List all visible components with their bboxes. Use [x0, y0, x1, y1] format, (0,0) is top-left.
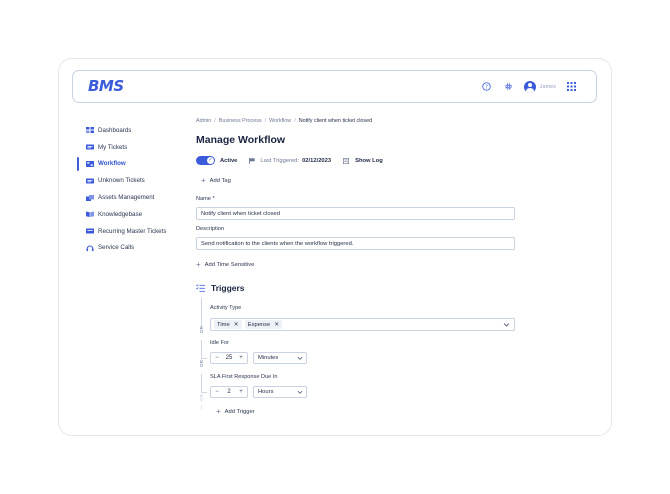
apps-grid-icon[interactable]: [565, 80, 578, 93]
sidebar-item-label: Assets Management: [98, 194, 155, 202]
top-header: BMS ? James: [72, 70, 597, 103]
settings-gear-icon[interactable]: [502, 80, 515, 93]
plus-icon: +: [196, 260, 201, 269]
add-trigger-label: Add Trigger: [224, 409, 255, 415]
plus-icon: +: [216, 407, 221, 416]
or-label: OR: [199, 360, 204, 367]
header-actions: ? James: [480, 80, 578, 93]
show-log-link[interactable]: Show Log: [355, 158, 383, 164]
breadcrumb-current: Notify client when ticket closed: [298, 118, 373, 124]
sidebar-item-label: Knowledgebase: [98, 210, 143, 218]
description-input[interactable]: Send notification to the clients when th…: [196, 237, 515, 250]
or-label: OR: [199, 394, 204, 401]
triggers-title: Triggers: [211, 283, 245, 293]
workflow-status-row: ✓ Active Last Triggered: 02/12/2023 Show…: [196, 156, 383, 165]
close-icon[interactable]: ✕: [234, 321, 239, 328]
sidebar-item-label: Dashboards: [98, 126, 132, 134]
triggers-heading: Triggers: [196, 283, 245, 293]
idle-value[interactable]: 25: [223, 355, 235, 361]
sidebar-item-unknown-tickets[interactable]: Unknown Tickets: [78, 172, 188, 189]
or-label: OR: [199, 326, 204, 333]
check-icon: ✓: [207, 157, 214, 164]
activity-type-select[interactable]: Time ✕ Expense ✕: [210, 318, 515, 331]
activity-type-label: Activity Type: [210, 305, 242, 311]
page-title: Manage Workflow: [196, 134, 286, 146]
chevron-down-icon: [297, 390, 303, 394]
sidebar-item-my-tickets[interactable]: My Tickets: [78, 139, 188, 156]
sidebar-item-dashboards[interactable]: Dashboards: [78, 122, 188, 139]
sla-value[interactable]: 2: [223, 389, 235, 395]
sla-unit-select[interactable]: Hours: [253, 386, 307, 398]
name-label: Name *: [196, 196, 215, 202]
activity-chip: Expense ✕: [244, 320, 283, 329]
user-name: James: [539, 83, 556, 90]
help-icon[interactable]: ?: [480, 80, 493, 93]
svg-text:?: ?: [485, 84, 488, 90]
decrement-button[interactable]: −: [211, 389, 223, 395]
close-icon[interactable]: ✕: [274, 321, 279, 328]
idle-for-label: Idle For: [210, 340, 229, 346]
sidebar-item-workflow[interactable]: Workflow: [77, 156, 188, 173]
last-triggered-value: 02/12/2023: [302, 157, 332, 164]
sla-stepper[interactable]: − 2 +: [210, 386, 248, 398]
sidebar-item-label: Service Calls: [98, 244, 135, 252]
ticket-icon: [86, 144, 94, 150]
chevron-down-icon[interactable]: [503, 321, 510, 328]
increment-button[interactable]: +: [235, 355, 247, 361]
chevron-down-icon: [297, 356, 303, 360]
status-label: Active: [220, 157, 238, 164]
headset-icon: [86, 245, 94, 251]
tree-connector: [200, 405, 202, 410]
avatar: [523, 80, 536, 93]
activity-chip: Time ✕: [214, 320, 242, 329]
breadcrumb-business-process[interactable]: Business Process: [219, 118, 262, 124]
tree-connector: [200, 298, 202, 326]
idle-for-stepper[interactable]: − 25 +: [210, 352, 248, 364]
last-triggered-label: Last Triggered:: [260, 157, 300, 164]
description-label: Description: [196, 226, 224, 232]
sidebar-item-recurring-master-tickets[interactable]: Recurring Master Tickets: [78, 223, 188, 240]
flag-icon: [249, 157, 256, 164]
add-time-sensitive-button[interactable]: + Add Time Sensitive: [196, 261, 254, 269]
book-icon: [86, 211, 94, 218]
sidebar-item-label: Recurring Master Tickets: [98, 227, 167, 235]
add-time-sensitive-label: Add Time Sensitive: [204, 262, 255, 268]
increment-button[interactable]: +: [235, 389, 247, 395]
add-trigger-button[interactable]: + Add Trigger: [216, 408, 255, 416]
active-toggle[interactable]: ✓: [196, 156, 215, 165]
log-icon: [343, 157, 350, 164]
sidebar-item-label: Unknown Tickets: [98, 177, 145, 185]
checklist-icon: [196, 284, 205, 292]
sidebar-item-knowledgebase[interactable]: Knowledgebase: [78, 206, 188, 223]
name-input[interactable]: Notify client when ticket closed: [196, 207, 515, 220]
sidebar-nav: Dashboards My Tickets Workflow Unknown T…: [77, 122, 188, 257]
assets-icon: [86, 194, 94, 201]
sidebar-item-assets-management[interactable]: Assets Management: [78, 189, 188, 206]
sidebar-item-label: My Tickets: [98, 143, 128, 151]
workflow-icon: [86, 160, 94, 167]
add-tag-button[interactable]: + Add Tag: [201, 177, 231, 185]
sla-label: SLA First Response Due In: [210, 374, 278, 380]
idle-unit-select[interactable]: Minutes: [253, 352, 307, 364]
recurring-icon: [86, 228, 94, 234]
app-logo[interactable]: BMS: [88, 77, 124, 95]
plus-icon: +: [201, 176, 206, 185]
add-tag-label: Add Tag: [209, 178, 231, 184]
decrement-button[interactable]: −: [211, 355, 223, 361]
sidebar-item-label: Workflow: [98, 160, 126, 168]
tree-connector: [200, 374, 202, 392]
dashboard-icon: [86, 127, 94, 134]
breadcrumb: Admin / Business Process / Workflow / No…: [196, 118, 373, 124]
user-menu[interactable]: James: [523, 80, 556, 93]
breadcrumb-workflow[interactable]: Workflow: [269, 118, 291, 124]
tree-connector: [200, 340, 202, 358]
ticket-icon: [86, 178, 94, 184]
breadcrumb-admin[interactable]: Admin: [196, 118, 211, 124]
main-content: Admin / Business Process / Workflow / No…: [196, 118, 516, 416]
sidebar-item-service-calls[interactable]: Service Calls: [78, 240, 188, 257]
